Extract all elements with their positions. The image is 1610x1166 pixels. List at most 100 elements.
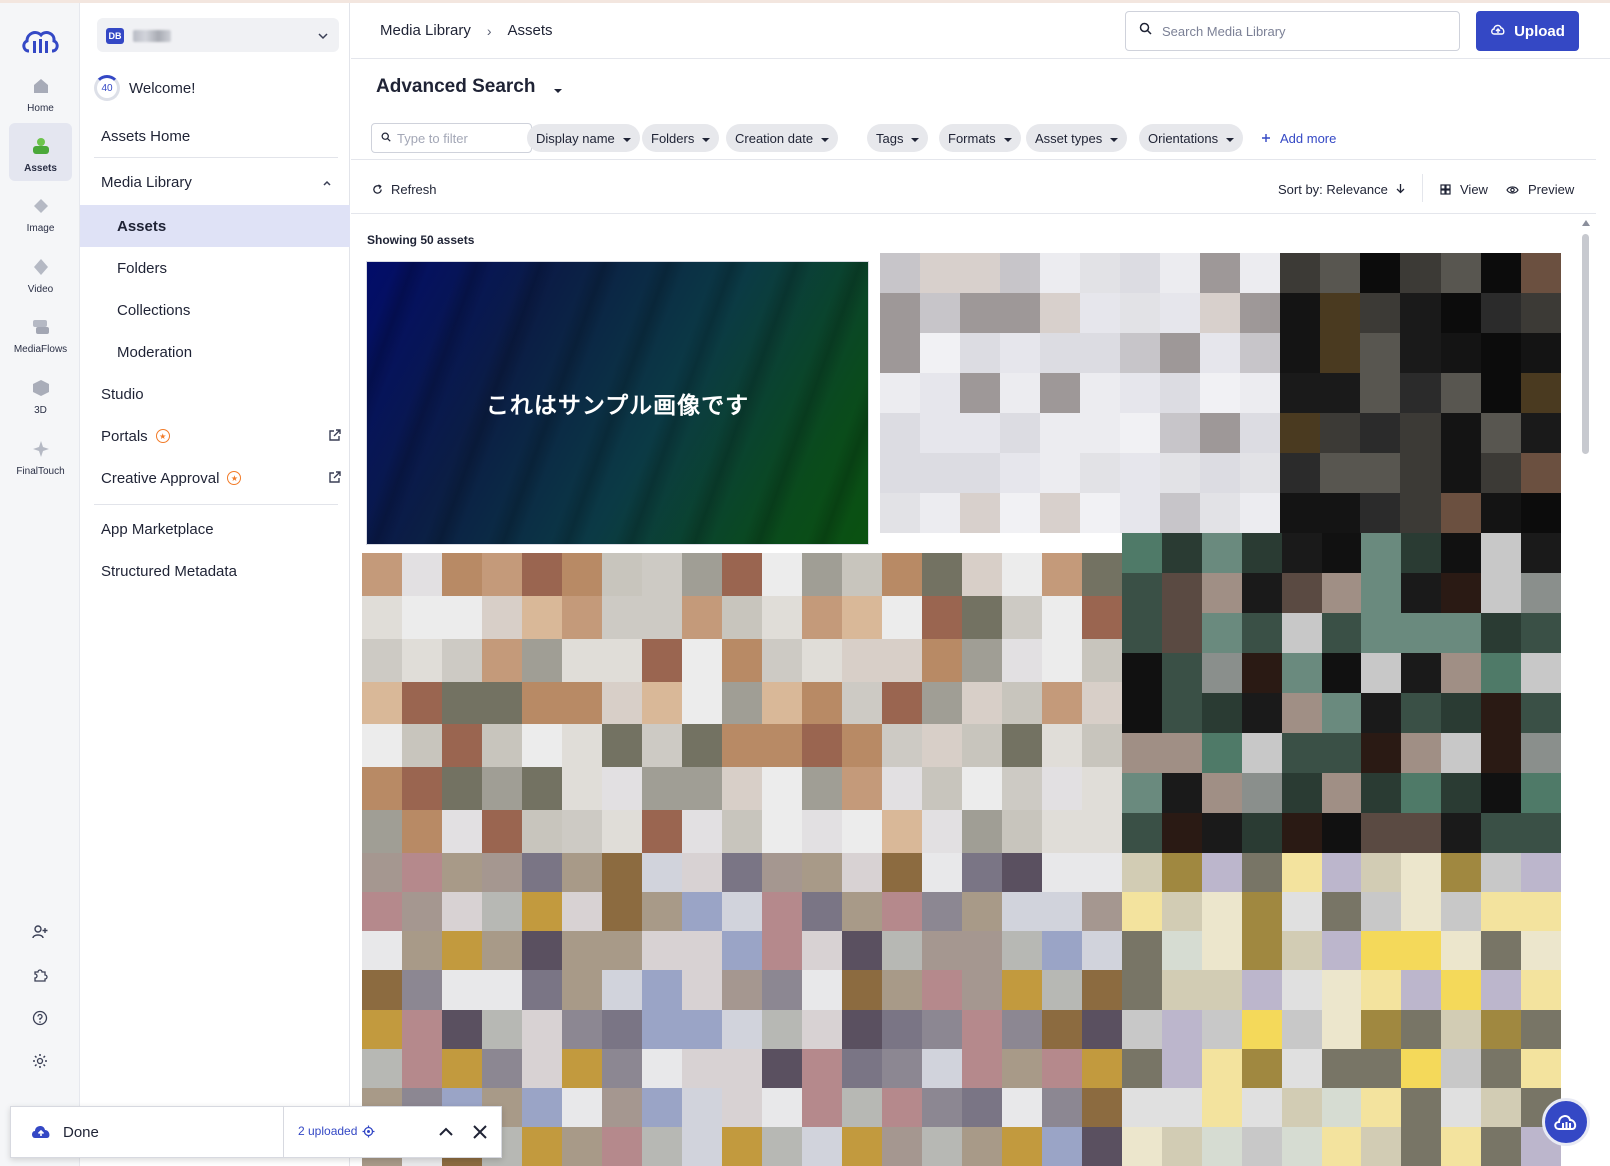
add-more-filter-button[interactable]: Add more	[1261, 124, 1336, 152]
caret-down-icon[interactable]	[553, 82, 563, 100]
scrollbar-thumb[interactable]	[1582, 234, 1589, 454]
nav-label: Assets	[117, 217, 167, 235]
rail-image[interactable]: Image	[9, 183, 72, 241]
upload-button[interactable]: Upload	[1476, 11, 1579, 51]
home-icon	[30, 75, 52, 97]
rail-label: Video	[27, 284, 54, 295]
chip-folders[interactable]: Folders	[642, 124, 720, 152]
divider	[1422, 174, 1423, 202]
breadcrumb-media-library[interactable]: Media Library	[380, 22, 471, 39]
view-button[interactable]: View	[1440, 182, 1488, 197]
new-badge-icon: ★	[155, 429, 170, 443]
nav-moderation[interactable]: Moderation	[80, 331, 350, 373]
breadcrumb: Media Library › Assets	[380, 22, 553, 39]
puzzle-icon[interactable]	[28, 963, 52, 987]
nav-label: Moderation	[117, 343, 193, 361]
search-icon	[1139, 22, 1152, 40]
nav-label: Studio	[101, 385, 144, 403]
cloud-upload-icon	[1490, 22, 1506, 40]
search-input[interactable]: Search Media Library	[1125, 11, 1460, 51]
chip-formats[interactable]: Formats	[939, 124, 1021, 152]
external-link-icon	[328, 470, 342, 488]
nav-portals[interactable]: Portals ★	[80, 415, 350, 457]
chip-label: Orientations	[1148, 130, 1219, 146]
caret-down-icon	[1226, 131, 1235, 146]
video-icon	[30, 256, 52, 278]
nav-assets[interactable]: Assets	[80, 205, 350, 247]
sort-label: Sort by: Relevance	[1278, 182, 1388, 197]
chip-asset-types[interactable]: Asset types	[1026, 124, 1128, 152]
asset-thumbnail: これはサンプル画像です	[367, 262, 868, 544]
account-switcher[interactable]: DB	[97, 18, 339, 52]
cloudinary-logo-icon[interactable]	[20, 25, 60, 55]
divider	[94, 157, 338, 158]
welcome-progress[interactable]: 40 Welcome!	[94, 74, 195, 102]
preview-label: Preview	[1528, 182, 1575, 197]
add-user-icon[interactable]	[28, 920, 52, 944]
nav-app-marketplace[interactable]: App Marketplace	[80, 508, 350, 550]
uploaded-count-link[interactable]: 2 uploaded	[298, 1124, 375, 1138]
advanced-search-title[interactable]: Advanced Search	[376, 76, 535, 98]
nav-collections[interactable]: Collections	[80, 289, 350, 331]
cloud-upload-icon	[32, 1125, 50, 1138]
nav-assets-home[interactable]: Assets Home	[80, 115, 350, 157]
asset-tile[interactable]	[1122, 853, 1561, 1166]
asset-tile[interactable]	[1280, 253, 1561, 533]
nav-label: Collections	[117, 301, 191, 319]
rail-3d[interactable]: 3D	[9, 365, 72, 423]
new-badge-icon: ★	[227, 471, 242, 485]
grid-icon	[1440, 184, 1451, 195]
help-icon[interactable]	[28, 1006, 52, 1030]
chevron-right-icon: ›	[486, 22, 492, 39]
nav-studio[interactable]: Studio	[80, 373, 350, 415]
nav-label: Portals	[101, 427, 148, 445]
navigation-panel: DB 40 Welcome! Assets Home Media Library…	[80, 3, 350, 1166]
asset-tile[interactable]	[362, 553, 1122, 853]
nav-media-library[interactable]: Media Library	[80, 161, 350, 203]
mediaflows-icon	[30, 316, 52, 338]
asset-grid: これはサンプル画像です	[362, 253, 1561, 1166]
upload-status-label: Done	[63, 1123, 99, 1141]
nav-label: Creative Approval	[101, 469, 220, 487]
caret-down-icon	[702, 131, 711, 146]
arrow-down-icon	[1396, 182, 1405, 197]
nav-label: Folders	[117, 259, 168, 277]
scrollbar[interactable]	[1579, 216, 1593, 1166]
nav-label: App Marketplace	[101, 520, 214, 538]
view-label: View	[1460, 182, 1488, 197]
chip-label: Creation date	[735, 130, 814, 146]
asset-tile[interactable]: これはサンプル画像です	[362, 253, 878, 553]
rail-mediaflows[interactable]: MediaFlows	[9, 304, 72, 362]
asset-tile[interactable]	[880, 253, 1280, 533]
chip-tags[interactable]: Tags	[867, 124, 929, 152]
chevron-down-icon	[317, 29, 329, 47]
preview-button[interactable]: Preview	[1506, 182, 1574, 197]
chip-orientations[interactable]: Orientations	[1139, 124, 1244, 152]
close-icon[interactable]	[471, 1123, 489, 1146]
sort-dropdown[interactable]: Sort by: Relevance	[1278, 182, 1405, 197]
target-icon	[362, 1125, 375, 1137]
rail-home[interactable]: Home	[9, 63, 72, 121]
search-icon	[381, 129, 391, 147]
chip-creation-date[interactable]: Creation date	[726, 124, 839, 152]
breadcrumb-assets: Assets	[507, 22, 553, 39]
chip-display-name[interactable]: Display name	[527, 124, 640, 152]
rail-video[interactable]: Video	[9, 244, 72, 302]
rail-assets[interactable]: Assets	[9, 123, 72, 181]
scroll-up-icon[interactable]	[1582, 220, 1590, 226]
asset-tile[interactable]	[1122, 533, 1561, 853]
refresh-label: Refresh	[391, 182, 437, 197]
rail-finaltouch[interactable]: FinalTouch	[9, 426, 72, 484]
caret-down-icon	[622, 131, 631, 146]
account-name-redacted	[133, 30, 171, 42]
thumbnail-caption: これはサンプル画像です	[485, 393, 750, 419]
settings-icon[interactable]	[28, 1049, 52, 1073]
refresh-button[interactable]: Refresh	[372, 182, 437, 197]
search-placeholder: Search Media Library	[1162, 23, 1286, 39]
nav-creative-approval[interactable]: Creative Approval ★	[80, 457, 350, 499]
chevron-up-icon[interactable]	[437, 1123, 455, 1146]
filter-input[interactable]: Type to filter	[371, 123, 532, 153]
nav-folders[interactable]: Folders	[80, 247, 350, 289]
cloudinary-assistant-button[interactable]	[1542, 1098, 1590, 1146]
nav-structured-metadata[interactable]: Structured Metadata	[80, 550, 350, 592]
